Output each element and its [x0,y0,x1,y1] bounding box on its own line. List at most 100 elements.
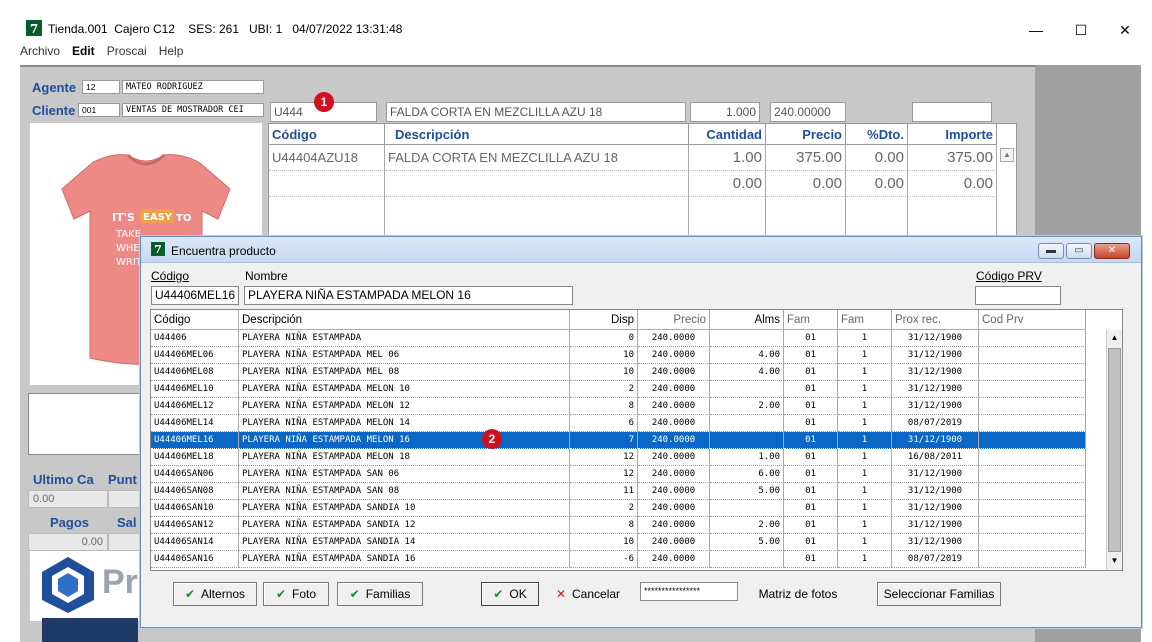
alternos-button[interactable]: ✔ Alternos [173,582,257,606]
foto-button[interactable]: ✔ Foto [263,582,329,606]
row-codigo: U44406SAN10 [151,500,239,517]
close-button[interactable]: ✕ [1102,16,1148,44]
dialog-minimize-icon[interactable]: ▬ [1038,243,1064,259]
product-row[interactable]: U44406MEL06 PLAYERA NIÑA ESTAMPADA MEL 06… [151,347,1106,364]
dialog-app-icon: 7 [151,242,165,256]
product-row[interactable]: U44406SAN10 PLAYERA NIÑA ESTAMPADA SANDIA… [151,500,1106,517]
matriz-fotos-button[interactable]: Matriz de fotos [747,582,849,606]
menu-edit[interactable]: Edit [72,44,95,62]
notes-box[interactable] [28,393,148,455]
check-icon: ✔ [275,587,287,601]
row-cod-prv [979,347,1086,364]
order-row-importe[interactable]: 0.00 [908,171,997,197]
product-row[interactable]: U44406SAN14 PLAYERA NIÑA ESTAMPADA SANDIA… [151,534,1106,551]
list-col-fam-2[interactable]: Fam [838,310,892,330]
bottom-strip [42,618,138,642]
seleccionar-familias-button[interactable]: Seleccionar Familias [877,582,1001,606]
row-prox-rec: 31/12/1900 [892,347,979,364]
product-row[interactable]: U44406MEL12 PLAYERA NIÑA ESTAMPADA MELON … [151,398,1106,415]
menu-help[interactable]: Help [159,44,184,62]
product-row[interactable]: U44406SAN12 PLAYERA NIÑA ESTAMPADA SANDIA… [151,517,1106,534]
row-precio: 240.0000 [638,347,710,364]
list-col-codigo[interactable]: Código [151,310,239,330]
row-fam: 01 [784,449,838,466]
product-row-selected[interactable]: U44406MEL16 PLAYERA NIÑA ESTAMPADA MELON … [151,432,1106,449]
order-row-price[interactable]: 375.00 [766,145,846,171]
order-row-importe[interactable]: 375.00 [908,145,997,171]
list-col-precio[interactable]: Precio [638,310,710,330]
dialog-title: Encuentra producto [171,244,276,258]
product-row[interactable]: U44406SAN08 PLAYERA NIÑA ESTAMPADA SAN 08… [151,483,1106,500]
list-col-fam[interactable]: Fam [784,310,838,330]
list-col-prox-rec[interactable]: Prox rec. [892,310,979,330]
list-scrollbar-thumb[interactable] [1108,348,1121,552]
scroll-up-icon[interactable]: ▲ [1000,148,1014,162]
row-fam: 01 [784,398,838,415]
row-codigo: U44406MEL08 [151,364,239,381]
dialog-maximize-icon[interactable]: ▭ [1066,243,1092,259]
row-disp: 2 [570,381,638,398]
maximize-button[interactable]: ☐ [1058,16,1104,44]
nombre-search-input[interactable]: PLAYERA NIÑA ESTAMPADA MELON 16 [244,286,573,305]
row-fam: 01 [784,330,838,347]
product-row[interactable]: U44406MEL18 PLAYERA NIÑA ESTAMPADA MELON … [151,449,1106,466]
row-precio: 240.0000 [638,381,710,398]
order-row-qty[interactable]: 0.00 [689,171,766,197]
password-field[interactable]: **************** [640,582,738,601]
codigo-search-input[interactable]: U44406MEL16 [151,286,239,305]
row-codigo: U44406SAN08 [151,483,239,500]
row-cod-prv [979,398,1086,415]
menu-archivo[interactable]: Archivo [20,44,60,62]
row-alms [710,415,784,432]
row-descripcion: PLAYERA NIÑA ESTAMPADA MELON 14 [239,415,570,432]
row-cod-prv [979,449,1086,466]
cliente-name-field[interactable]: VENTAS DE MOSTRADOR CEI [122,103,264,117]
row-precio: 240.0000 [638,415,710,432]
ok-button[interactable]: ✔ OK [481,582,539,606]
list-col-cod-prv[interactable]: Cod Prv [979,310,1086,330]
row-fam-2: 1 [838,364,892,381]
row-alms [710,432,784,449]
product-row[interactable]: U44406SAN06 PLAYERA NIÑA ESTAMPADA SAN 06… [151,466,1106,483]
minimize-button[interactable]: — [1013,16,1059,44]
menu-proscai[interactable]: Proscai [107,44,147,62]
scroll-down-icon[interactable]: ▼ [1108,554,1121,568]
cliente-code-field[interactable]: 001 [78,103,120,117]
order-row-dto[interactable]: 0.00 [846,171,908,197]
order-row-code[interactable] [269,171,385,197]
list-col-descripcion[interactable]: Descripción [239,310,570,330]
row-alms: 5.00 [710,534,784,551]
list-col-disp[interactable]: Disp [570,310,638,330]
product-row[interactable]: U44406MEL10 PLAYERA NIÑA ESTAMPADA MELON … [151,381,1106,398]
quantity-input[interactable]: 1.000 [690,102,760,122]
familias-button[interactable]: ✔ Familias [337,582,423,606]
order-row-desc[interactable]: FALDA CORTA EN MEZCLILLA AZU 18 [385,145,689,171]
agente-name-field[interactable]: MATEO RODRIGUEZ [122,80,264,94]
price-field[interactable]: 240.00000 [770,102,846,122]
row-fam: 01 [784,347,838,364]
nombre-label: Nombre [245,269,288,283]
order-row-code[interactable]: U44404AZU18 [269,145,385,171]
row-prox-rec: 08/07/2019 [892,415,979,432]
cancelar-button[interactable]: ✕ Cancelar [544,582,632,606]
extra-field[interactable] [912,102,992,122]
codigo-prv-input[interactable] [975,286,1061,305]
product-row[interactable]: U44406SAN16 PLAYERA NIÑA ESTAMPADA SANDIA… [151,551,1106,568]
row-fam: 01 [784,534,838,551]
row-fam-2: 1 [838,483,892,500]
order-row-qty[interactable]: 1.00 [689,145,766,171]
order-row-price[interactable]: 0.00 [766,171,846,197]
badge-1: 1 [314,92,334,112]
order-row-desc[interactable] [385,171,689,197]
row-cod-prv [979,364,1086,381]
scroll-up-icon[interactable]: ▲ [1108,331,1121,345]
product-row[interactable]: U44406 PLAYERA NIÑA ESTAMPADA 0 240.0000 01 1… [151,330,1106,347]
row-descripcion: PLAYERA NIÑA ESTAMPADA MELON 16 [239,432,570,449]
product-row[interactable]: U44406MEL08 PLAYERA NIÑA ESTAMPADA MEL 08… [151,364,1106,381]
dialog-close-icon[interactable]: ✕ [1094,243,1130,259]
row-precio: 240.0000 [638,551,710,568]
order-row-dto[interactable]: 0.00 [846,145,908,171]
product-row[interactable]: U44406MEL14 PLAYERA NIÑA ESTAMPADA MELON … [151,415,1106,432]
list-col-alms[interactable]: Alms [710,310,784,330]
agente-code-field[interactable]: 12 [82,80,120,94]
